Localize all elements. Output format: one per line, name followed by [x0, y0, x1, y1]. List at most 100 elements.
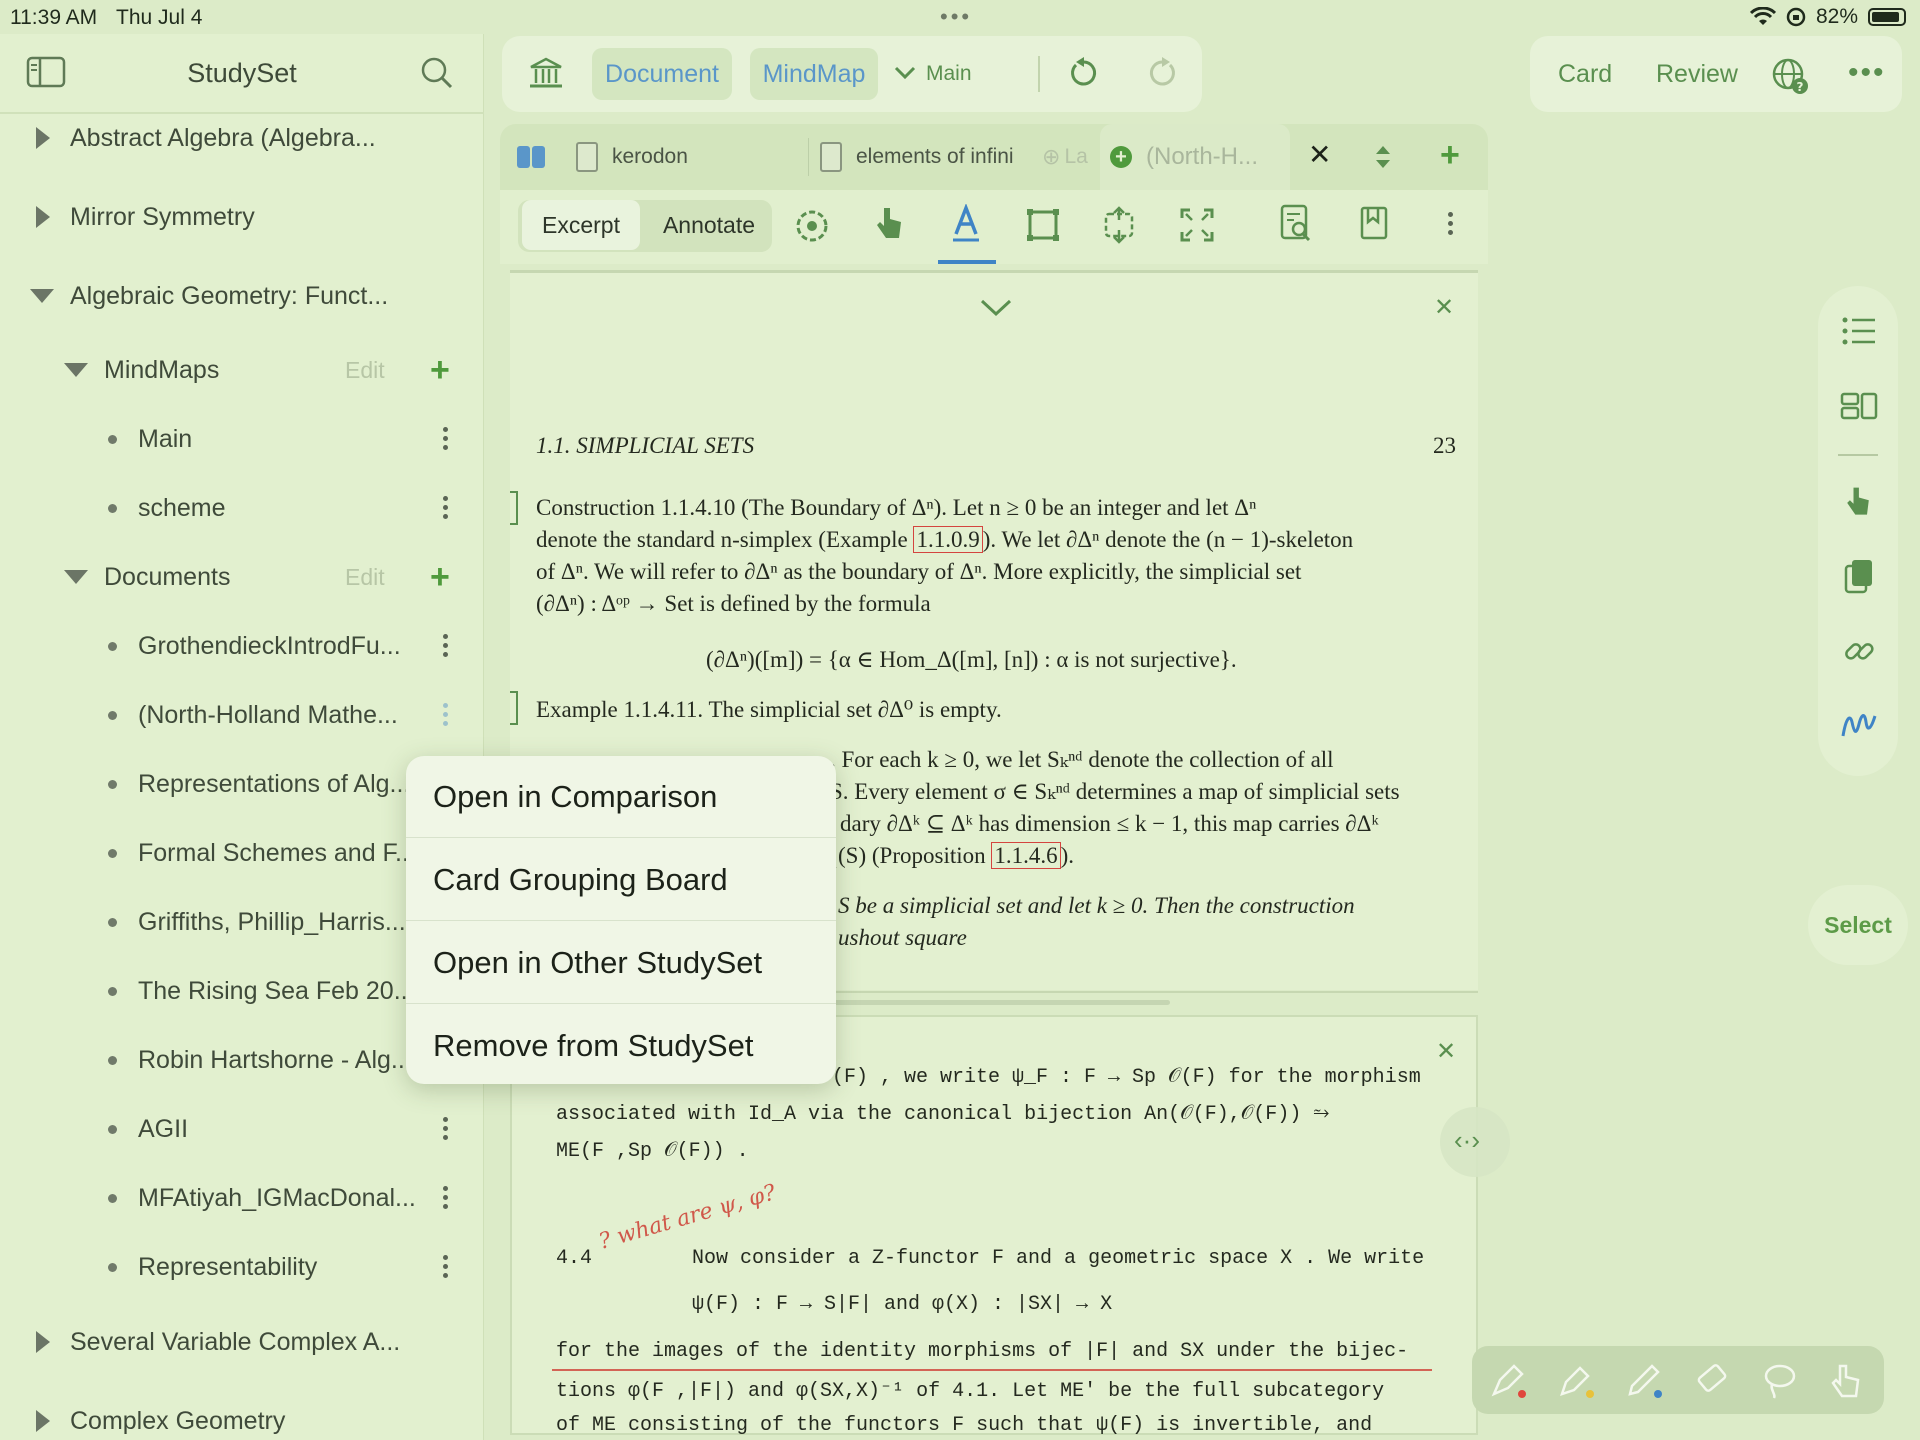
- split-view-icon[interactable]: [516, 144, 546, 170]
- wifi-icon: [1749, 7, 1776, 25]
- more-icon[interactable]: •••: [1848, 56, 1886, 90]
- search-icon[interactable]: [420, 56, 454, 90]
- library-icon[interactable]: [528, 56, 564, 90]
- resize-icon[interactable]: [1100, 206, 1138, 244]
- redo-icon[interactable]: [1146, 57, 1178, 89]
- touch-hand-icon[interactable]: [1826, 1360, 1866, 1400]
- page-nav-button[interactable]: ‹·›: [1440, 1107, 1510, 1177]
- annotate-mode-button[interactable]: Annotate: [650, 200, 768, 250]
- handwritten-note[interactable]: ? what are ψ, φ?: [596, 1180, 779, 1254]
- layout-icon[interactable]: [1840, 392, 1878, 420]
- more-options-icon[interactable]: [443, 1255, 449, 1279]
- card-toolbar: Card Review ? •••: [1530, 36, 1902, 112]
- select-button[interactable]: Select: [1808, 885, 1908, 965]
- bullet-icon: [108, 987, 117, 996]
- bookmark-icon[interactable]: [1360, 206, 1388, 242]
- mindmap-selector-label[interactable]: Main: [926, 62, 972, 86]
- document-icon: [820, 142, 842, 172]
- more-options-icon[interactable]: [443, 703, 449, 727]
- add-document-button[interactable]: +: [430, 560, 450, 594]
- sidebar-item-label: MindMaps: [104, 355, 220, 384]
- lasso-icon[interactable]: [1760, 1360, 1800, 1400]
- close-tab-icon[interactable]: ✕: [1308, 138, 1331, 171]
- more-options-icon[interactable]: [443, 1186, 449, 1210]
- tab-elements[interactable]: elements of infini: [820, 124, 1050, 190]
- sidebar-item-label: Documents: [104, 562, 231, 591]
- battery-icon: [1868, 8, 1906, 26]
- scroll-indicator[interactable]: [780, 1000, 1170, 1005]
- web-help-icon[interactable]: ?: [1770, 56, 1810, 96]
- section-number: 4.4: [556, 1247, 593, 1270]
- outline-list-icon[interactable]: [1842, 316, 1876, 346]
- document-search-icon[interactable]: [1280, 204, 1312, 244]
- sidebar-item-several-variable[interactable]: Several Variable Complex A...: [0, 1317, 484, 1367]
- sidebar-group-documents[interactable]: Documents Edit +: [0, 552, 484, 602]
- auto-excerpt-icon[interactable]: [792, 206, 832, 246]
- new-tab-button[interactable]: +: [1440, 138, 1460, 172]
- menu-item-card-grouping-board[interactable]: Card Grouping Board: [406, 839, 836, 921]
- sidebar-item-main[interactable]: Main: [0, 414, 484, 464]
- sidebar-item-document[interactable]: Representability: [0, 1242, 484, 1292]
- card-button[interactable]: Card: [1558, 60, 1612, 89]
- reference-link[interactable]: 1.1.4.6: [991, 842, 1061, 869]
- collapse-triangle-icon: [64, 363, 88, 377]
- text-line: Construction 1.1.4.10 (The Boundary of Δ…: [536, 495, 1257, 520]
- sidebar-item-scheme[interactable]: scheme: [0, 483, 484, 533]
- documents-edit-button[interactable]: Edit: [345, 564, 385, 591]
- reorder-icon[interactable]: [1374, 144, 1392, 170]
- mindmaps-edit-button[interactable]: Edit: [345, 357, 385, 384]
- scribble-icon[interactable]: [1840, 708, 1878, 742]
- menu-item-remove-from-studyset[interactable]: Remove from StudySet: [406, 1005, 836, 1084]
- multitasking-dots[interactable]: •••: [940, 4, 972, 30]
- pencil-icon[interactable]: [1624, 1360, 1664, 1400]
- sidebar-item-document[interactable]: AGII: [0, 1104, 484, 1154]
- tab-north-holland[interactable]: + (North-H...: [1100, 124, 1290, 190]
- tab-la[interactable]: ⊕ La: [1042, 124, 1102, 190]
- sidebar-item-algebraic-geometry[interactable]: Algebraic Geometry: Funct...: [0, 271, 484, 321]
- tab-label: elements of infini: [856, 145, 1014, 168]
- sidebar: StudySet Abstract Algebra (Algebra... Mi…: [0, 34, 484, 1440]
- sidebar-item-document[interactable]: MFAtiyah_IGMacDonal...: [0, 1173, 484, 1223]
- more-options-icon[interactable]: [443, 1117, 449, 1141]
- document-icon: [576, 142, 598, 172]
- more-options-icon[interactable]: [443, 427, 449, 451]
- battery-percent: 82%: [1815, 5, 1858, 28]
- fountain-pen-icon[interactable]: [1488, 1360, 1528, 1400]
- review-button[interactable]: Review: [1656, 60, 1738, 89]
- chevron-down-icon[interactable]: [894, 66, 916, 80]
- more-options-icon[interactable]: [443, 496, 449, 520]
- add-mindmap-button[interactable]: +: [430, 353, 450, 387]
- tab-kerodon[interactable]: kerodon: [576, 124, 806, 190]
- eraser-icon[interactable]: [1692, 1360, 1732, 1400]
- sidebar-item-document[interactable]: (North-Holland Mathe...: [0, 690, 484, 740]
- sidebar-group-mindmaps[interactable]: MindMaps Edit +: [0, 345, 484, 395]
- sidebar-item-abstract-algebra[interactable]: Abstract Algebra (Algebra...: [0, 113, 484, 163]
- chevron-down-icon[interactable]: [980, 299, 1012, 317]
- copy-document-icon[interactable]: [1844, 558, 1874, 594]
- close-pane-icon[interactable]: ✕: [1434, 293, 1454, 322]
- more-options-icon[interactable]: [443, 634, 449, 658]
- sidebar-item-complex-geometry[interactable]: Complex Geometry: [0, 1396, 484, 1440]
- mindmap-tab-button[interactable]: MindMap: [750, 48, 878, 100]
- text-line: Now consider a Z-functor F and a geometr…: [692, 1247, 1425, 1270]
- rectangle-select-icon[interactable]: [1026, 208, 1060, 242]
- close-pane-icon[interactable]: ✕: [1436, 1037, 1456, 1066]
- text-highlight-icon[interactable]: [950, 204, 982, 244]
- menu-item-open-in-comparison[interactable]: Open in Comparison: [406, 756, 836, 838]
- excerpt-mode-button[interactable]: Excerpt: [522, 200, 640, 250]
- menu-item-open-in-other-studyset[interactable]: Open in Other StudySet: [406, 922, 836, 1004]
- hand-pointer-icon[interactable]: [874, 204, 904, 244]
- document-tab-button[interactable]: Document: [592, 48, 732, 100]
- highlighter-icon[interactable]: [1556, 1360, 1596, 1400]
- sidebar-item-mirror-symmetry[interactable]: Mirror Symmetry: [0, 192, 484, 242]
- sidebar-item-document[interactable]: GrothendieckIntrodFu...: [0, 621, 484, 671]
- reference-link[interactable]: 1.1.0.9: [913, 526, 983, 553]
- text-line: (∂Δⁿ) : Δᵒᵖ → Set is defined by the form…: [536, 591, 931, 616]
- sidebar-title: StudySet: [187, 58, 297, 88]
- link-icon[interactable]: [1842, 634, 1876, 668]
- undo-icon[interactable]: [1068, 57, 1100, 89]
- collapse-triangle-icon: [30, 289, 54, 303]
- hand-pointer-icon[interactable]: [1844, 484, 1872, 520]
- more-options-icon[interactable]: [1448, 212, 1454, 236]
- fullscreen-icon[interactable]: [1180, 208, 1214, 242]
